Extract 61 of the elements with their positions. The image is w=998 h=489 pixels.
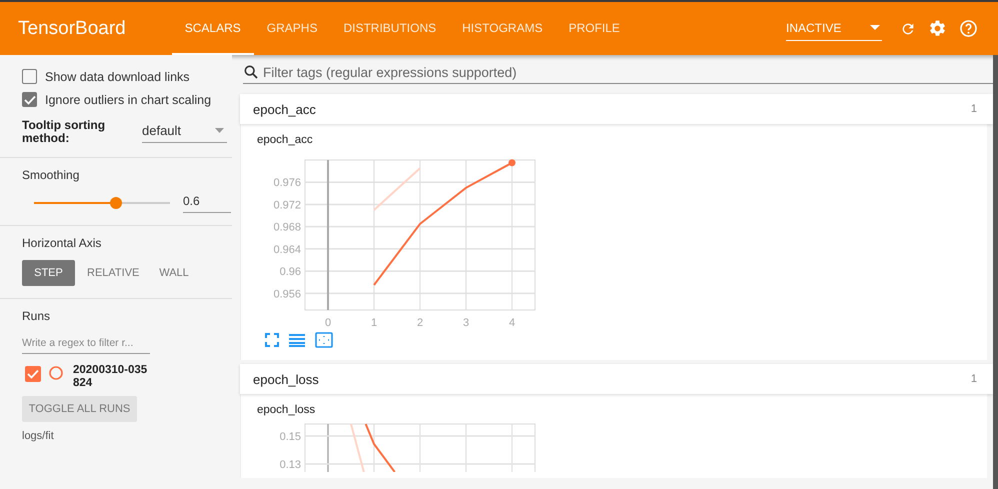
sorting-dropdown[interactable]: default — [142, 121, 227, 144]
x-tick-label: 3 — [462, 317, 470, 329]
nav-tab[interactable]: DISTRIBUTIONS — [330, 2, 450, 55]
nav-tab[interactable]: GRAPHS — [254, 2, 330, 55]
caret-icon — [870, 25, 880, 30]
runs-filter-field[interactable]: Write a regex to filter r... — [22, 333, 150, 354]
run-name: 20200310-035824 — [73, 364, 148, 390]
settings-icon[interactable] — [928, 19, 947, 38]
loss-curve-drawing — [350, 424, 396, 472]
y-tick-label: 0.976 — [273, 177, 301, 190]
x-tick-label: 1 — [370, 317, 378, 329]
run-radio-icon[interactable] — [49, 366, 63, 380]
y-tick-label: 0.13 — [280, 459, 301, 471]
checkbox[interactable] — [22, 92, 37, 107]
runs-label: Runs — [22, 309, 52, 324]
app-title: TensorBoard — [18, 18, 126, 40]
tooltip-sorting-label: Tooltip sorting method: — [22, 119, 106, 146]
checkbox-label: Ignore outliers in chart scaling — [45, 92, 212, 106]
chart-title: epoch_loss — [257, 404, 316, 416]
fullscreen-icon[interactable] — [265, 333, 279, 347]
help-icon[interactable] — [959, 19, 978, 38]
nav-tab[interactable]: PROFILE — [556, 2, 633, 55]
log-directory: logs/fit — [22, 430, 55, 442]
checkbox-label: Show data download links — [45, 70, 190, 84]
y-tick-label: 0.968 — [273, 222, 301, 234]
caret-icon — [215, 128, 224, 134]
nav-tab[interactable]: HISTOGRAMS — [449, 2, 556, 55]
y-tick-label: 0.96 — [280, 266, 301, 278]
tag-group-name: epoch_loss — [253, 372, 319, 386]
checkbox[interactable] — [22, 69, 37, 84]
tag-count: 1 — [970, 103, 977, 115]
refresh-icon[interactable] — [900, 20, 916, 36]
slider-thumb[interactable] — [110, 196, 122, 209]
lines-icon[interactable] — [289, 333, 305, 347]
run-checkbox[interactable] — [25, 366, 41, 382]
tag-count: 1 — [970, 373, 977, 385]
tag-group-header[interactable]: epoch_acc 1 — [240, 94, 993, 124]
x-tick-label: 2 — [416, 317, 424, 329]
x-tick-label: 4 — [508, 317, 516, 329]
tag-group-header[interactable]: epoch_loss 1 — [240, 364, 993, 394]
chart-title: epoch_acc — [257, 134, 314, 146]
smoothing-label: Smoothing — [22, 168, 80, 182]
data-point — [508, 159, 516, 166]
horizontal-axis-label: Horizontal Axis — [22, 236, 102, 250]
tag-group-name: epoch_acc — [253, 102, 316, 116]
axis-option-button[interactable]: RELATIVE — [81, 260, 139, 286]
raw-line — [373, 168, 421, 211]
y-tick-label: 0.964 — [273, 244, 301, 256]
smoothing-input[interactable]: 0.6 — [183, 192, 231, 214]
fit-domain-icon[interactable] — [315, 332, 333, 348]
y-tick-label: 0.972 — [273, 199, 301, 212]
axis-option-button[interactable]: WALL — [145, 260, 203, 286]
axis-option-button[interactable]: STEP — [22, 260, 75, 286]
toggle-all-runs-button[interactable]: TOGGLE ALL RUNS — [22, 396, 137, 422]
filter-tags-field[interactable]: Filter tags (regular expressions supported) — [263, 64, 993, 80]
y-tick-label: 0.956 — [273, 288, 301, 300]
search-icon — [243, 64, 259, 80]
x-tick-label: 0 — [324, 317, 332, 329]
run-select[interactable]: INACTIVE — [786, 16, 882, 40]
smoothing-slider[interactable] — [34, 196, 170, 209]
y-tick-label: 0.15 — [280, 431, 301, 443]
